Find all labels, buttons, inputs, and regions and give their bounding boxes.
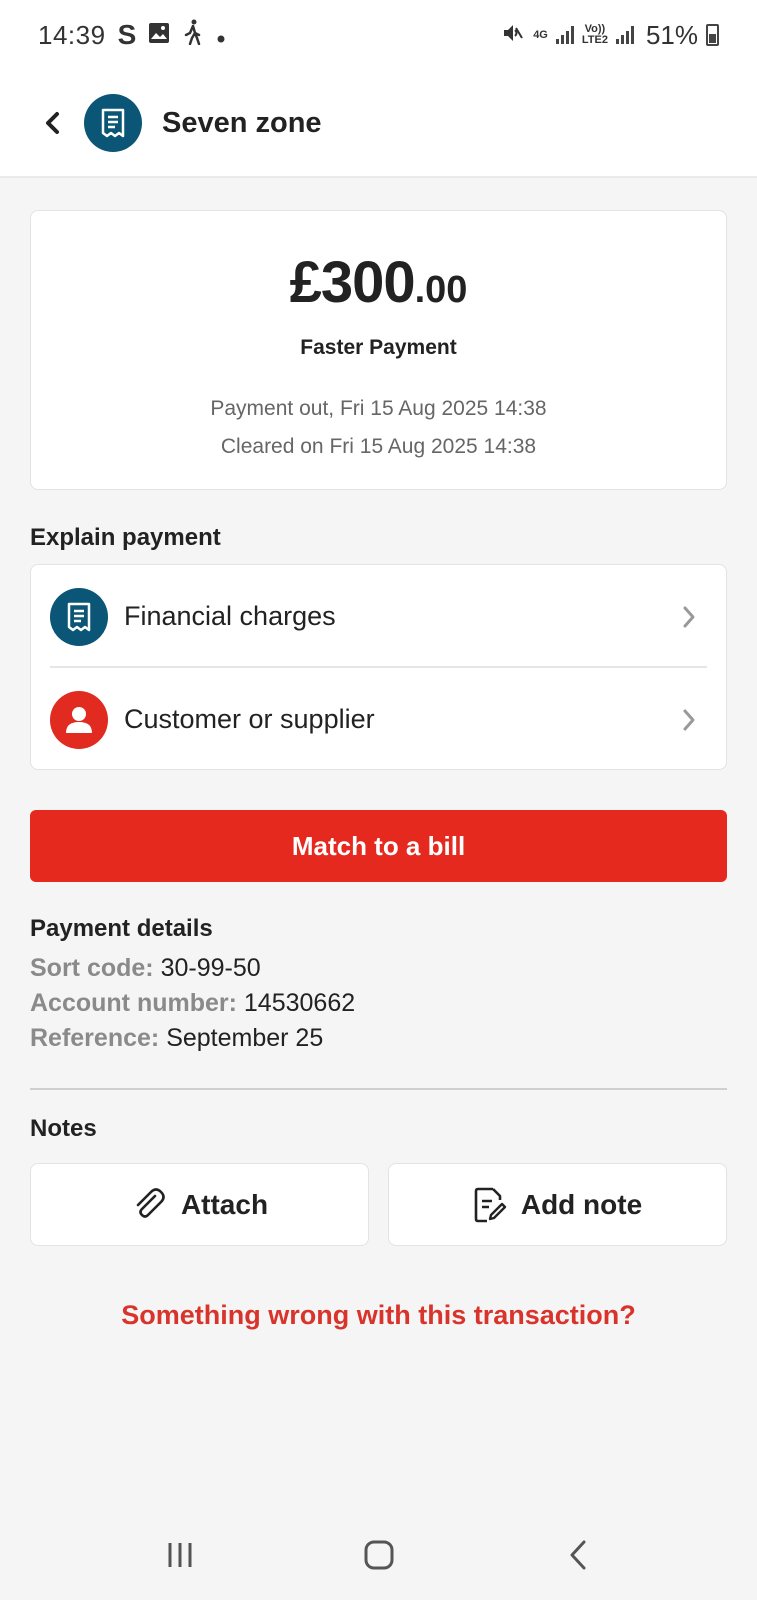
explain-option-financial-charges[interactable]: Financial charges (31, 565, 726, 668)
attach-label: Attach (180, 1188, 269, 1220)
gallery-icon (148, 20, 170, 51)
transaction-amount: £300.00 (289, 250, 468, 315)
paperclip-icon (136, 1187, 165, 1218)
explain-payment-list: Financial charges Customer or supplier (30, 564, 727, 770)
account-number-row: Account number: 14530662 (30, 989, 356, 1017)
receipt-icon (67, 602, 91, 631)
chevron-right-icon (683, 709, 695, 730)
volte-indicator: Vo)) LTE2 (581, 23, 608, 46)
account-number-value: 14530662 (243, 989, 356, 1017)
status-time: 14:39 (38, 19, 106, 50)
system-nav-bar (0, 1510, 757, 1600)
dot-icon (216, 20, 226, 51)
recent-apps-button[interactable] (140, 1525, 220, 1585)
category-avatar (50, 690, 108, 749)
reference-value: September 25 (166, 1024, 324, 1052)
payment-details-title: Payment details (30, 915, 213, 942)
payment-details: Payment details Sort code: 30-99-50 Acco… (30, 915, 727, 1056)
page-title: Seven zone (162, 106, 322, 139)
reference-row: Reference: September 25 (30, 1024, 324, 1052)
nav-back-button[interactable] (538, 1525, 618, 1585)
add-note-label: Add note (520, 1188, 643, 1220)
person-icon (66, 706, 92, 733)
explain-option-customer-supplier[interactable]: Customer or supplier (31, 668, 726, 771)
home-button[interactable] (339, 1525, 419, 1585)
status-bar: 14:39 S 4G Vo)) LTE2 51% (0, 0, 757, 70)
category-avatar (50, 587, 108, 646)
add-note-button[interactable]: Add note (388, 1163, 727, 1246)
payment-direction-date: Payment out, Fri 15 Aug 2025 14:38 (210, 397, 547, 420)
mute-icon (501, 20, 525, 51)
walking-icon (182, 19, 204, 52)
home-icon (364, 1540, 393, 1570)
explain-option-label: Customer or supplier (124, 704, 375, 734)
attach-button[interactable]: Attach (30, 1163, 369, 1246)
app-header: Seven zone (0, 70, 757, 178)
sort-code-row: Sort code: 30-99-50 (30, 954, 261, 982)
back-icon (570, 1540, 585, 1570)
report-transaction-link[interactable]: Something wrong with this transaction? (0, 1300, 757, 1331)
edit-note-icon (474, 1187, 507, 1222)
back-button[interactable] (22, 93, 82, 153)
cleared-date: Cleared on Fri 15 Aug 2025 14:38 (220, 435, 537, 458)
recent-apps-icon (168, 1543, 191, 1567)
transaction-summary-card: £300.00 Faster Payment Payment out, Fri … (30, 210, 727, 490)
match-to-bill-button[interactable]: Match to a bill (30, 810, 727, 882)
explain-payment-title: Explain payment (30, 524, 221, 551)
chevron-left-icon (46, 112, 59, 134)
battery-icon (706, 24, 719, 46)
s-icon: S (117, 19, 137, 50)
notes-title: Notes (30, 1115, 97, 1142)
section-divider (30, 1088, 727, 1090)
explain-option-label: Financial charges (124, 601, 336, 631)
network-4g-indicator: 4G (533, 28, 548, 41)
sort-code-value: 30-99-50 (160, 954, 261, 982)
chevron-right-icon (683, 606, 695, 627)
merchant-avatar (84, 94, 142, 152)
signal-icon (555, 26, 574, 44)
receipt-icon (101, 108, 125, 138)
payment-type: Faster Payment (300, 336, 457, 359)
signal-icon-2 (615, 26, 634, 44)
battery-percent: 51% (645, 19, 698, 50)
